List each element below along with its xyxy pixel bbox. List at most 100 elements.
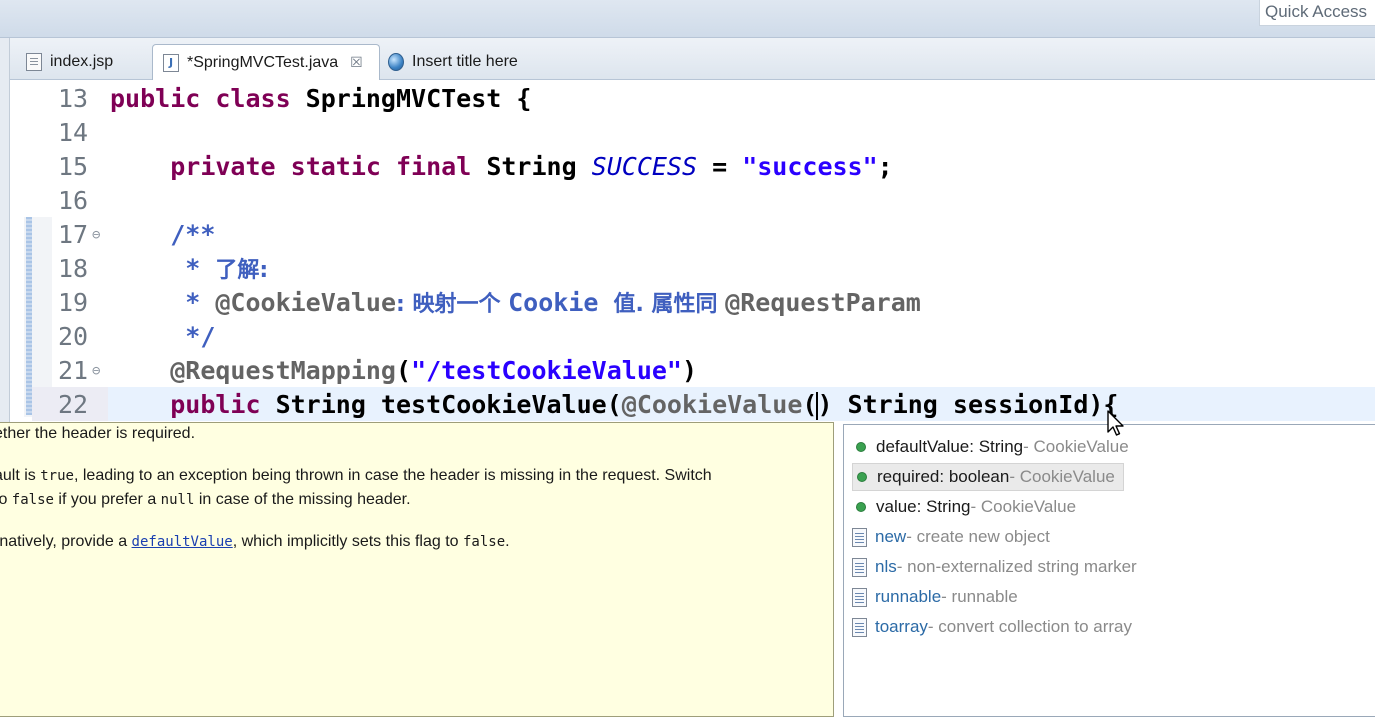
- code-token: 了解:: [215, 258, 269, 283]
- code-token: @RequestParam: [725, 288, 921, 317]
- completion-proposal[interactable]: defaultValue : String - CookieValue: [852, 433, 1137, 461]
- code-token: Cookie: [508, 288, 614, 317]
- code-token: 值. 属性同: [613, 292, 726, 317]
- code-token: public: [170, 390, 276, 419]
- completion-proposal[interactable]: new - create new object: [852, 523, 1058, 551]
- code-token: (: [396, 356, 412, 385]
- code-token: ;: [877, 152, 893, 181]
- completion-proposal[interactable]: value : String - CookieValue: [852, 493, 1084, 521]
- code-token: String testCookieValue(: [275, 390, 622, 419]
- code-text: */: [110, 320, 215, 354]
- proposal-type: : boolean: [939, 467, 1010, 486]
- code-text: * 了解:: [110, 252, 268, 288]
- doc-line-2: ault is true, leading to an exception be…: [0, 467, 712, 484]
- code-token: *: [185, 254, 216, 283]
- code-token: =: [697, 152, 743, 181]
- template-icon: [852, 617, 867, 637]
- code-token: *: [185, 288, 216, 317]
- proposal-desc: - runnable: [941, 587, 1018, 606]
- proposal-name: toarray: [875, 617, 928, 636]
- proposal-desc: - convert collection to array: [927, 617, 1133, 636]
- tab-label: Insert title here: [412, 53, 518, 70]
- completion-proposal[interactable]: runnable - runnable: [852, 583, 1026, 611]
- code-token: static: [290, 152, 396, 181]
- proposal-desc: - create new object: [906, 527, 1050, 546]
- code-text: public String testCookieValue(@CookieVal…: [110, 388, 1118, 422]
- proposal-name: new: [875, 527, 907, 546]
- line-number: 16: [58, 186, 89, 215]
- public-field-icon: [856, 442, 866, 452]
- content-assist-popup[interactable]: defaultValue : String - CookieValue requi…: [843, 424, 1375, 717]
- proposal-name: value: [876, 497, 917, 516]
- code-text: private static final String SUCCESS = "s…: [110, 150, 893, 184]
- template-icon: [852, 557, 867, 577]
- code-text: * @CookieValue: 映射一个 Cookie 值. 属性同 @Requ…: [110, 286, 921, 322]
- quick-access-field[interactable]: Quick Access: [1259, 0, 1375, 26]
- code-token: public: [110, 84, 216, 113]
- completion-proposal[interactable]: toarray - convert collection to array: [852, 613, 1140, 641]
- doc-line-1: ether the header is required.: [0, 425, 196, 442]
- line-number: 22: [58, 390, 89, 419]
- public-field-icon: [856, 502, 866, 512]
- doc-line-4: rnatively, provide a defaultValue, which…: [0, 533, 510, 550]
- code-token: /**: [170, 220, 216, 249]
- line-number: 14: [58, 118, 89, 147]
- proposal-type: : String: [916, 497, 971, 516]
- fold-toggle-icon[interactable]: ⊖: [92, 354, 100, 388]
- doc-line-3: to false if you prefer a null in case of…: [0, 491, 411, 508]
- code-text: @RequestMapping("/testCookieValue"): [110, 354, 697, 388]
- javadoc-hover-popup: ether the header is required. ault is tr…: [0, 422, 834, 717]
- globe-icon: [388, 53, 404, 71]
- code-token: SpringMVCTest {: [305, 84, 532, 113]
- jsp-file-icon: [26, 53, 42, 71]
- code-token: @CookieValue: [215, 288, 396, 317]
- template-icon: [852, 587, 867, 607]
- code-text: public class SpringMVCTest {: [110, 82, 531, 116]
- completion-proposal[interactable]: nls - non-externalized string marker: [852, 553, 1145, 581]
- tab-label: index.jsp: [50, 53, 114, 70]
- code-token: class: [215, 84, 306, 113]
- main-toolbar: Quick Access: [0, 0, 1375, 38]
- tab-index-jsp[interactable]: index.jsp: [16, 44, 123, 80]
- proposal-name: defaultValue: [876, 437, 970, 456]
- code-token: SUCCESS: [591, 152, 698, 181]
- tab-springmvctest-java[interactable]: J *SpringMVCTest.java ☒: [152, 44, 380, 80]
- code-token: ): [682, 356, 698, 385]
- java-file-icon: J: [163, 53, 179, 72]
- mouse-pointer-icon: [1107, 410, 1124, 436]
- line-number: 18: [58, 254, 89, 283]
- proposal-owner: - CookieValue: [970, 497, 1077, 516]
- proposal-name: nls: [875, 557, 897, 576]
- proposal-owner: - CookieValue: [1009, 467, 1115, 486]
- code-token: private: [170, 152, 291, 181]
- code-token: "/testCookieValue": [411, 356, 682, 385]
- line-number: 13: [58, 84, 89, 113]
- quick-diff-bar: [26, 217, 32, 415]
- code-token: */: [185, 322, 216, 351]
- completion-proposal[interactable]: required : boolean - CookieValue: [852, 463, 1124, 491]
- tab-insert-title-here[interactable]: Insert title here: [378, 44, 528, 80]
- line-number: 20: [58, 322, 89, 351]
- template-icon: [852, 527, 867, 547]
- default-value-link[interactable]: defaultValue: [132, 534, 233, 550]
- code-token: : 映射一个: [396, 292, 509, 317]
- close-tab-icon[interactable]: ☒: [350, 55, 363, 71]
- code-token: "success": [742, 152, 878, 181]
- proposal-name: runnable: [875, 587, 942, 606]
- proposal-owner: - CookieValue: [1023, 437, 1129, 456]
- proposal-name: required: [877, 467, 940, 486]
- tab-label: *SpringMVCTest.java: [187, 53, 339, 71]
- code-token: (: [802, 390, 818, 419]
- code-text: /**: [110, 218, 215, 252]
- public-field-icon: [857, 472, 867, 482]
- line-number: 19: [58, 288, 89, 317]
- code-token: @RequestMapping: [170, 356, 396, 385]
- proposal-desc: - non-externalized string marker: [896, 557, 1137, 576]
- fold-toggle-icon[interactable]: ⊖: [92, 218, 100, 252]
